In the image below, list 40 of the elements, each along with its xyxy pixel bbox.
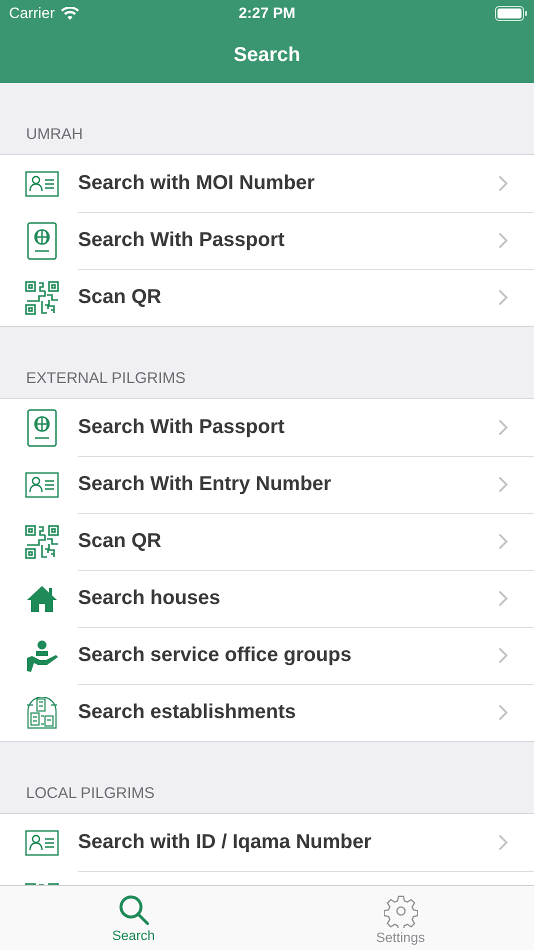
passport-icon (27, 408, 57, 446)
search-option-row[interactable]: Search houses (0, 570, 534, 627)
chevron-icon (498, 533, 508, 550)
id-card-icon (25, 472, 59, 498)
chevron-icon (498, 704, 508, 721)
house-icon (26, 584, 58, 612)
wifi-icon (60, 7, 79, 20)
qr-code-icon (25, 280, 59, 314)
search-option-row[interactable]: Search With Entry Number (0, 456, 534, 513)
buildings-icon (25, 696, 59, 728)
section-header: EXTERNAL PILGRIMS (26, 370, 186, 388)
search-option-row[interactable]: Search With Passport (0, 212, 534, 269)
tab-bar-item[interactable]: Search (0, 886, 267, 950)
section-header: UMRAH (26, 126, 83, 144)
chevron-icon (498, 289, 508, 306)
search-option-row[interactable]: Search service office groups (0, 627, 534, 684)
settings-icon (384, 894, 418, 928)
passport-icon (27, 222, 57, 260)
carrier-label: Carrier (9, 5, 55, 22)
chevron-icon (498, 647, 508, 664)
search-option-row[interactable]: Search with MOI Number (0, 155, 534, 212)
qr-code-icon (25, 524, 59, 558)
search-option-row[interactable]: Scan QR (0, 269, 534, 326)
chevron-icon (498, 590, 508, 607)
chevron-icon (498, 175, 508, 192)
battery-icon (495, 6, 527, 21)
id-card-icon (25, 830, 59, 856)
chevron-icon (498, 476, 508, 493)
chevron-icon (498, 834, 508, 851)
clock-time: 2:27 PM (238, 5, 296, 22)
search-option-row[interactable]: Scan QR (0, 513, 534, 570)
id-card-icon (25, 170, 59, 196)
search-option-row[interactable]: Search establishments (0, 684, 534, 741)
chevron-icon (498, 232, 508, 249)
section-header: LOCAL PILGRIMS (26, 785, 155, 803)
search-icon (118, 894, 150, 926)
screen-title: Search (234, 44, 300, 66)
chevron-icon (498, 419, 508, 436)
search-option-row[interactable]: Search With Passport (0, 399, 534, 456)
hand-with-person-icon (25, 640, 59, 672)
